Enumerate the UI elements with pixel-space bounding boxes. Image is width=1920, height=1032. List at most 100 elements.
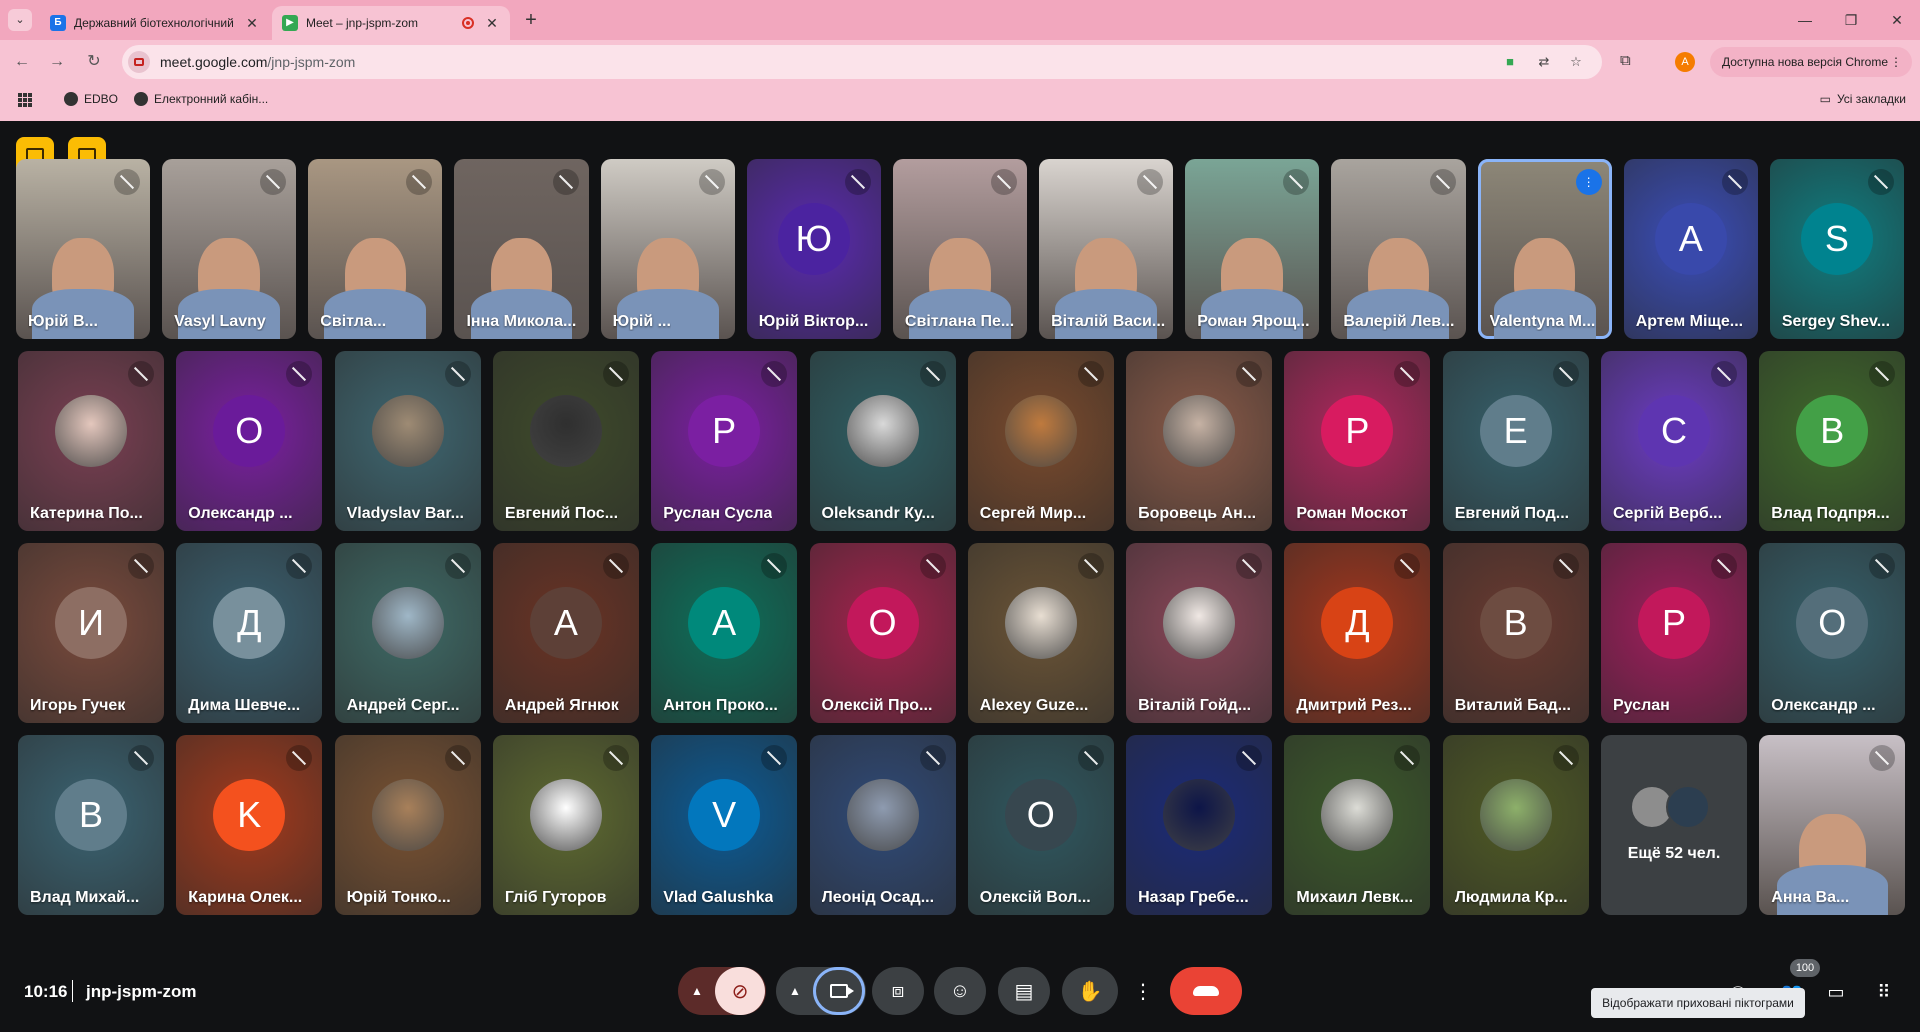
audio-options-chevron-icon[interactable]: ▲ bbox=[679, 984, 715, 998]
forward-button[interactable]: → bbox=[45, 50, 69, 74]
participant-tile[interactable]: Oleksandr Ку... bbox=[809, 351, 956, 531]
reload-button[interactable]: ↻ bbox=[82, 50, 106, 74]
participant-tile[interactable]: Віталій Гойд... bbox=[1126, 543, 1273, 723]
participant-tile[interactable]: S Sergey Shev... bbox=[1769, 159, 1904, 339]
mic-off-button[interactable]: ⊘ bbox=[715, 967, 765, 1015]
participant-tile[interactable]: И Игорь Гучек bbox=[18, 543, 164, 723]
participant-tile[interactable]: E Евгений Под... bbox=[1442, 351, 1589, 531]
participant-tile[interactable]: Vladyslav Bar... bbox=[334, 351, 481, 531]
participant-tile[interactable]: ⋮ Valentyna M... bbox=[1477, 159, 1612, 339]
participant-tile[interactable]: Юрій Тонко... bbox=[334, 735, 481, 915]
participant-tile[interactable]: O Олександр ... bbox=[1759, 543, 1906, 723]
participant-tile[interactable]: B Влад Подпря... bbox=[1759, 351, 1906, 531]
participant-name: Сергей Мир... bbox=[979, 505, 1087, 522]
mic-muted-icon bbox=[552, 169, 579, 195]
avatar-photo bbox=[1004, 587, 1077, 659]
camera-button[interactable] bbox=[813, 967, 865, 1015]
participant-tile[interactable]: A Антон Проко... bbox=[651, 543, 798, 723]
menu-dots-icon[interactable]: ⋮ bbox=[1890, 47, 1902, 77]
bookmark-edbo[interactable]: EDBO bbox=[64, 92, 118, 106]
participant-tile[interactable]: B Влад Михай... bbox=[18, 735, 164, 915]
participant-tile[interactable]: Катерина По... bbox=[18, 351, 164, 531]
participant-tile[interactable]: Анна Ва... bbox=[1759, 735, 1906, 915]
participant-name: Юрій ... bbox=[612, 313, 671, 330]
raise-hand-button[interactable]: ✋ bbox=[1062, 967, 1118, 1015]
minimize-button[interactable]: — bbox=[1790, 10, 1820, 30]
back-button[interactable]: ← bbox=[10, 50, 34, 74]
tab-biotech[interactable]: Б Державний біотехнологічний ✕ bbox=[40, 6, 270, 40]
avatar: E bbox=[1479, 395, 1552, 467]
participant-tile[interactable]: B Виталий Бад... bbox=[1442, 543, 1589, 723]
participant-tile[interactable]: Vasyl Lavny bbox=[162, 159, 297, 339]
participant-tile[interactable]: Евгений Пос... bbox=[492, 351, 639, 531]
activities-icon[interactable]: ⠿ bbox=[1872, 982, 1896, 1004]
translate-icon[interactable]: ⇄ bbox=[1534, 53, 1554, 71]
participant-tile[interactable]: Роман Ярощ... bbox=[1185, 159, 1320, 339]
avatar bbox=[1666, 785, 1710, 829]
restore-button[interactable]: ❐ bbox=[1836, 10, 1866, 30]
participant-tile[interactable]: Д Дмитрий Рез... bbox=[1284, 543, 1431, 723]
reactions-button[interactable]: ☺ bbox=[934, 967, 986, 1015]
participant-tile[interactable]: Юрій В... bbox=[16, 159, 151, 339]
participant-tile[interactable]: Ю Юрій Віктор... bbox=[746, 159, 881, 339]
address-bar[interactable]: meet.google.com/jnp-jspm-zom ■ ⇄ ☆ bbox=[122, 45, 1602, 79]
leave-call-button[interactable] bbox=[1170, 967, 1242, 1015]
close-window-button[interactable]: ✕ bbox=[1882, 10, 1912, 30]
participant-name: Карина Олек... bbox=[188, 889, 303, 906]
video-options-chevron-icon[interactable]: ▲ bbox=[777, 984, 813, 998]
mic-muted-icon bbox=[286, 745, 313, 771]
participant-tile[interactable]: Віталій Васи... bbox=[1039, 159, 1174, 339]
participant-tile[interactable]: C Сергій Верб... bbox=[1601, 351, 1747, 531]
close-icon[interactable]: ✕ bbox=[244, 15, 260, 32]
participant-tile[interactable]: P Роман Москот bbox=[1284, 351, 1431, 531]
participant-tile[interactable]: O Олексій Вол... bbox=[967, 735, 1114, 915]
participant-tile[interactable]: Назар Гребе... bbox=[1126, 735, 1273, 915]
mic-muted-icon bbox=[602, 361, 629, 387]
participant-tile[interactable]: P Руслан bbox=[1601, 543, 1747, 723]
site-info-icon[interactable] bbox=[128, 51, 150, 73]
participant-tile[interactable]: Боровець Ан... bbox=[1126, 351, 1273, 531]
more-participants-tile[interactable]: Ещё 52 чел. bbox=[1601, 735, 1747, 915]
participant-tile[interactable]: Михаил Левк... bbox=[1284, 735, 1431, 915]
participant-tile[interactable]: Леонід Осад... bbox=[809, 735, 956, 915]
participant-tile[interactable]: A Артем Міще... bbox=[1623, 159, 1758, 339]
new-tab-button[interactable]: + bbox=[520, 9, 542, 31]
close-icon[interactable]: ✕ bbox=[484, 15, 500, 32]
avatar: A bbox=[529, 587, 602, 659]
more-options-button[interactable]: ⋮ bbox=[1128, 967, 1158, 1015]
participant-tile[interactable]: Андрей Серг... bbox=[334, 543, 481, 723]
apps-grid-icon[interactable] bbox=[18, 93, 32, 107]
chat-icon[interactable]: ▭ bbox=[1824, 982, 1848, 1004]
tab-search-button[interactable]: ⌄ bbox=[8, 9, 32, 31]
participant-name: Руслан bbox=[1613, 697, 1670, 714]
captions-button[interactable]: ▤ bbox=[998, 967, 1050, 1015]
update-chrome-button[interactable]: Доступна нова версія Chrome ⋮ bbox=[1710, 47, 1912, 77]
participant-tile[interactable]: Валерій Лев... bbox=[1331, 159, 1466, 339]
participant-tile[interactable]: Інна Микола... bbox=[454, 159, 589, 339]
participant-tile[interactable]: O Олександр ... bbox=[176, 351, 323, 531]
participant-tile[interactable]: Д Дима Шевче... bbox=[176, 543, 323, 723]
participant-tile[interactable]: Людмила Кр... bbox=[1442, 735, 1589, 915]
participant-name: Леонід Осад... bbox=[821, 889, 935, 906]
participant-tile[interactable]: P Руслан Сусла bbox=[651, 351, 798, 531]
profile-avatar[interactable]: A bbox=[1675, 52, 1695, 72]
participant-tile[interactable]: Юрій ... bbox=[600, 159, 735, 339]
url-text[interactable]: meet.google.com/jnp-jspm-zom bbox=[160, 54, 355, 70]
participant-tile[interactable]: A Андрей Ягнюк bbox=[492, 543, 639, 723]
extensions-icon[interactable]: ⧉ bbox=[1620, 52, 1631, 69]
participant-tile[interactable]: O Олексій Про... bbox=[809, 543, 956, 723]
participant-tile[interactable]: Сергей Мир... bbox=[967, 351, 1114, 531]
tab-meet[interactable]: ▶ Meet – jnp-jspm-zom ✕ bbox=[272, 6, 510, 40]
participant-tile[interactable]: V Vlad Galushka bbox=[651, 735, 798, 915]
participant-tile[interactable]: Світла... bbox=[308, 159, 443, 339]
all-bookmarks[interactable]: ▭ Усі закладки bbox=[1820, 92, 1906, 106]
bookmark-star-icon[interactable]: ☆ bbox=[1566, 53, 1586, 71]
meet-extension-icon[interactable]: ■ bbox=[1500, 53, 1520, 71]
participant-tile[interactable]: K Карина Олек... bbox=[176, 735, 323, 915]
participant-tile[interactable]: Гліб Гуторов bbox=[492, 735, 639, 915]
participant-tile[interactable]: Alexey Guze... bbox=[967, 543, 1114, 723]
bookmark-cabinet[interactable]: Електронний кабін... bbox=[134, 92, 268, 106]
participant-name: Vlad Galushka bbox=[663, 889, 774, 906]
participant-tile[interactable]: Світлана Пе... bbox=[892, 159, 1028, 339]
present-screen-button[interactable]: ⧈ bbox=[872, 967, 924, 1015]
